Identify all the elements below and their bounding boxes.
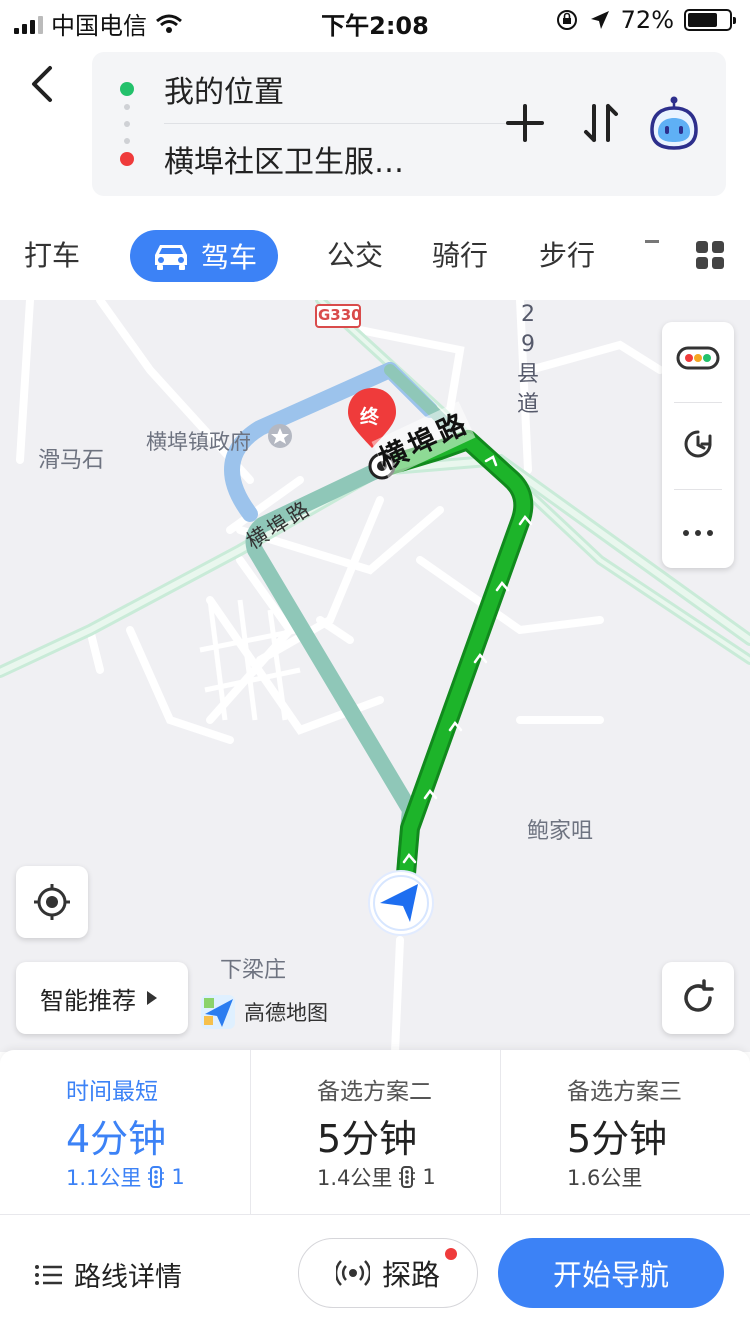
divider [674, 489, 722, 490]
smart-recommend-button[interactable]: 智能推荐 [16, 962, 188, 1034]
location-arrow-icon [590, 11, 609, 29]
route-option-title: 备选方案二 [317, 1079, 432, 1105]
battery-percent: 72% [620, 6, 674, 34]
refresh-icon [684, 979, 714, 1012]
place-label-huamashi: 滑马石 [38, 448, 105, 473]
route-option-distance: 1.6公里 [567, 1166, 643, 1190]
locate-me-button[interactable] [16, 866, 88, 938]
amap-logo-icon [201, 995, 235, 1029]
route-option-1[interactable]: 时间最短 4分钟 1.1公里 1 [0, 1050, 250, 1215]
assistant-avatar-icon[interactable] [648, 94, 700, 150]
traffic-light-count-icon [399, 1166, 416, 1188]
tab-walk[interactable]: 步行 [539, 234, 595, 274]
route-option-distance: 1.1公里 [66, 1166, 142, 1190]
route-option-time: 4分钟 [66, 1117, 167, 1161]
route-details-label: 路线详情 [74, 1262, 182, 1293]
route-option-lights: 1 [422, 1165, 436, 1189]
traffic-light-count-icon [148, 1166, 165, 1188]
tab-drive-label: 驾车 [200, 241, 257, 274]
tab-transit[interactable]: 公交 [327, 234, 383, 274]
divider [674, 402, 722, 403]
route-option-distance: 1.4公里 [317, 1166, 393, 1190]
road-shield-g330: G330 [318, 306, 362, 324]
route-option-time: 5分钟 [567, 1117, 668, 1161]
crosshair-icon [34, 884, 70, 920]
destination-text: 横埠社区卫生服… [164, 145, 404, 180]
battery-icon [684, 9, 736, 31]
origin-field[interactable]: 我的位置 [92, 54, 472, 124]
tab-overflow-hint [645, 240, 659, 243]
notification-dot [445, 1248, 457, 1260]
explore-route-button[interactable]: 探路 [298, 1238, 478, 1308]
broadcast-icon [335, 1260, 370, 1286]
caret-right-icon [147, 991, 157, 1005]
route-option-title: 时间最短 [66, 1079, 158, 1105]
refresh-button[interactable] [662, 962, 734, 1034]
destination-dot-icon [120, 152, 134, 166]
travel-mode-tabs: 打车 驾车 公交 骑行 步行 [0, 216, 750, 296]
place-label-xialiangzhuang: 下梁庄 [220, 958, 287, 983]
destination-field[interactable]: 横埠社区卫生服… [92, 124, 472, 194]
route-option-lights: 1 [171, 1165, 185, 1189]
swap-icon[interactable] [576, 98, 626, 148]
tab-drive[interactable]: 驾车 [130, 230, 278, 282]
tab-taxi[interactable]: 打车 [24, 234, 80, 274]
route-option-title: 备选方案三 [567, 1079, 682, 1105]
origin-text: 我的位置 [164, 75, 284, 110]
history-clock-icon[interactable] [680, 426, 716, 462]
end-marker-label: 终 [360, 406, 380, 428]
smart-recommend-label: 智能推荐 [40, 986, 136, 1015]
add-waypoint-icon[interactable] [500, 98, 550, 148]
origin-dot-icon [120, 82, 134, 96]
explore-route-label: 探路 [381, 1258, 440, 1292]
traffic-light-icon[interactable] [676, 344, 720, 372]
route-details-button[interactable]: 路线详情 [34, 1255, 182, 1294]
amap-logo-text: 高德地图 [244, 1001, 328, 1025]
status-bar: 中国电信 下午2:08 72% [0, 0, 750, 40]
more-modes-grid-icon[interactable] [695, 240, 725, 270]
start-navigation-button[interactable]: 开始导航 [498, 1238, 724, 1308]
back-button[interactable] [22, 62, 66, 106]
route-option-time: 5分钟 [317, 1117, 418, 1161]
route-input-card: 我的位置 横埠社区卫生服… [92, 52, 726, 196]
chevron-left-icon [32, 66, 52, 102]
route-option-2[interactable]: 备选方案二 5分钟 1.4公里 1 [250, 1050, 500, 1215]
amap-logo: 高德地图 [200, 994, 328, 1030]
map-view[interactable]: G330 29县道 横埠镇政府 滑马石 鲍家咀 下梁庄 横埠路 横埠路 终 智能… [0, 300, 750, 1052]
car-icon [154, 245, 187, 270]
rotation-lock-icon [556, 10, 577, 30]
tab-bike[interactable]: 骑行 [432, 234, 488, 274]
more-options-icon[interactable] [682, 528, 714, 538]
county-road-label: 29县道 [516, 302, 539, 417]
poi-government-label[interactable]: 横埠镇政府 [146, 426, 251, 456]
list-icon [35, 1264, 62, 1285]
start-navigation-label: 开始导航 [552, 1258, 669, 1292]
bottom-action-bar: 路线详情 探路 开始导航 [0, 1215, 750, 1334]
map-tool-panel [662, 322, 734, 568]
place-label-baojiaju: 鲍家咀 [527, 819, 594, 844]
route-options: 时间最短 4分钟 1.1公里 1 备选方案二 5分钟 1.4公里 1 备选方案三… [0, 1050, 750, 1215]
route-option-3[interactable]: 备选方案三 5分钟 1.6公里 [500, 1050, 750, 1215]
